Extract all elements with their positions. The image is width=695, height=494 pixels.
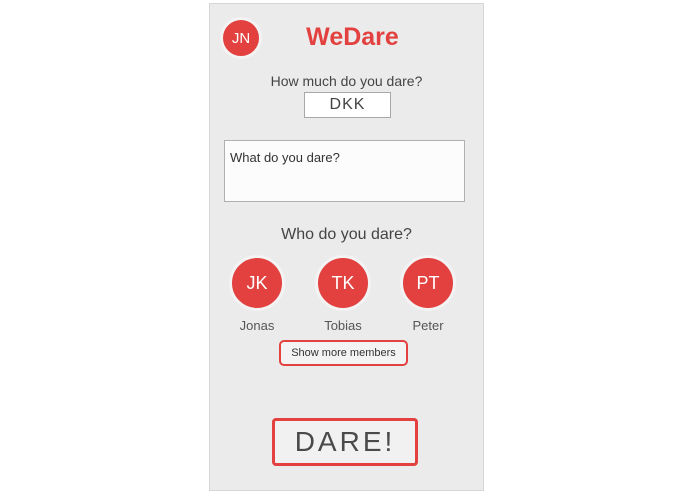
dare-description-input[interactable]: What do you dare?: [224, 140, 465, 202]
member-name: Jonas: [239, 318, 275, 333]
member-avatar[interactable]: PT: [400, 255, 456, 311]
member-avatar[interactable]: TK: [315, 255, 371, 311]
member-name: Tobias: [324, 318, 362, 333]
app-title: WeDare: [306, 23, 399, 51]
member-jonas[interactable]: JK Jonas: [222, 255, 292, 333]
member-tobias[interactable]: TK Tobias: [308, 255, 378, 333]
show-more-members-button[interactable]: Show more members: [279, 340, 408, 366]
amount-question: How much do you dare?: [270, 73, 423, 89]
dare-button[interactable]: DARE!: [272, 418, 418, 466]
member-peter[interactable]: PT Peter: [393, 255, 463, 333]
members-question: Who do you dare?: [281, 226, 412, 243]
app-screen: JN WeDare How much do you dare? DKK What…: [209, 3, 484, 491]
member-avatar[interactable]: JK: [229, 255, 285, 311]
amount-input[interactable]: DKK: [304, 92, 391, 118]
member-name: Peter: [412, 318, 444, 333]
